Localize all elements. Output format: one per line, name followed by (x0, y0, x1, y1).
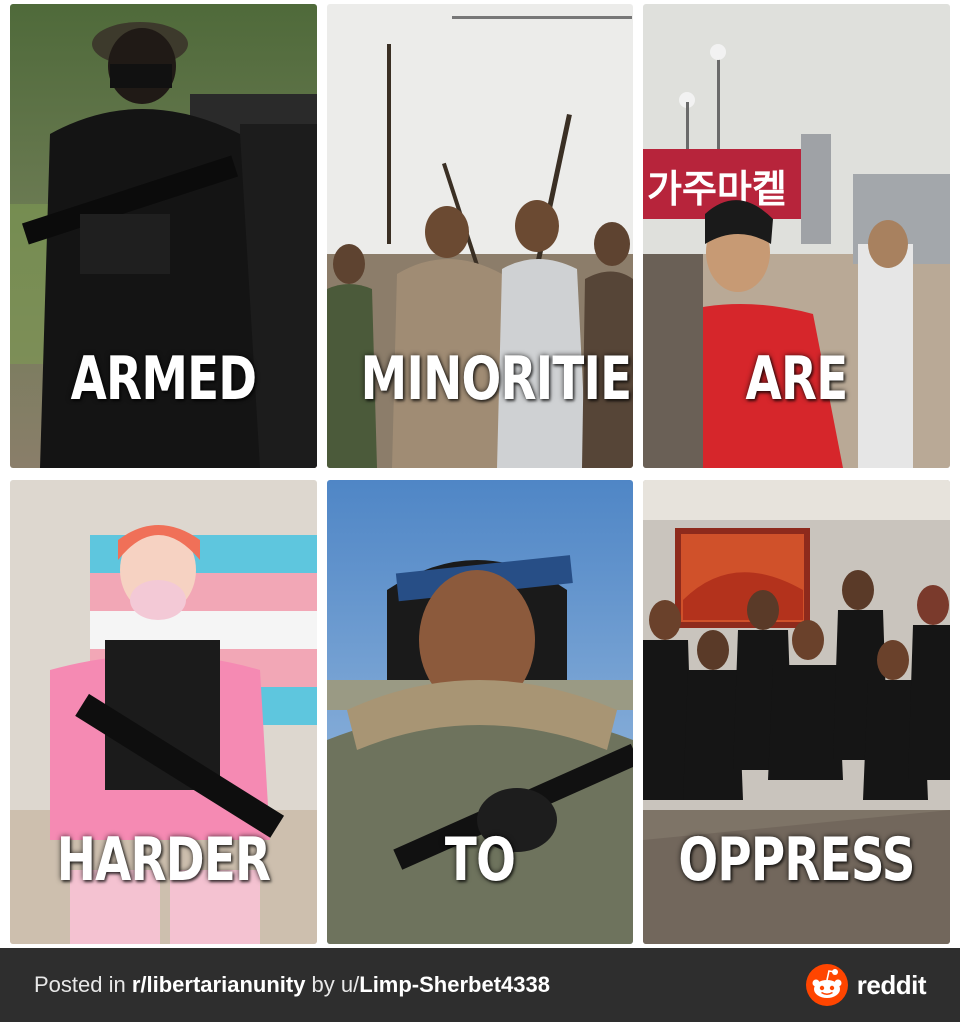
panel-oppress: OPPRESS (643, 480, 950, 944)
posted-in-label: Posted in (34, 972, 132, 997)
panel-are: 가주마켙 ARE (643, 4, 950, 468)
subreddit-link[interactable]: r/libertarianunity (132, 972, 306, 997)
post-attribution: Posted in r/libertarianunity by u/Limp-S… (34, 972, 550, 998)
caption-armed: ARMED (70, 344, 258, 414)
panel-minorities: MINORITIES (327, 4, 633, 468)
panel-harder: HARDER (10, 480, 317, 944)
reddit-wordmark: reddit (856, 969, 927, 1000)
caption-to: TO (444, 825, 516, 895)
panel-armed: ARMED (10, 4, 317, 468)
caption-are: ARE (745, 344, 849, 414)
username-link[interactable]: Limp-Sherbet4338 (359, 972, 550, 997)
panel-to: TO (327, 480, 633, 944)
caption-oppress: OPPRESS (678, 825, 915, 895)
by-user-label: by u/ (305, 972, 360, 997)
attribution-bar: Posted in r/libertarianunity by u/Limp-S… (0, 948, 960, 1022)
caption-harder: HARDER (56, 825, 271, 895)
meme-grid: ARMED MINORITIES (0, 0, 960, 948)
reddit-brand[interactable]: reddit (805, 963, 927, 1007)
sign-text: 가주마켙 (647, 167, 787, 211)
reddit-snoo-icon (805, 964, 848, 1006)
caption-minorities: MINORITIES (360, 344, 633, 414)
